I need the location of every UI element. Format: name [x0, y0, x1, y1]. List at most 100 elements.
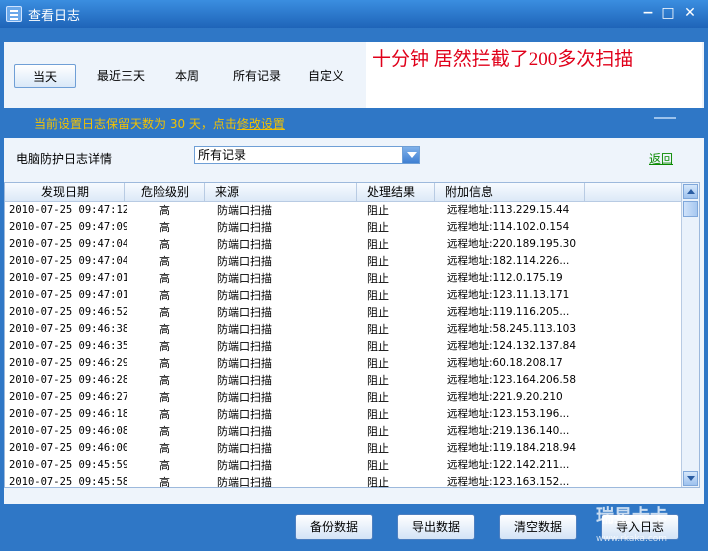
backup-data-button[interactable]: 备份数据: [295, 514, 373, 540]
table-row[interactable]: 2010-07-25 09:45:59 高 防端口扫描 阻止 远程地址:122.142.…: [5, 457, 681, 474]
table-row[interactable]: 2010-07-25 09:46:08 高 防端口扫描 阻止 远程地址:219.136.…: [5, 423, 681, 440]
scroll-down-arrow-icon[interactable]: [683, 471, 698, 486]
table-row[interactable]: 2010-07-25 09:47:09 高 防端口扫描 阻止 远程地址:114.102.…: [5, 219, 681, 236]
cell-extra-info: 远程地址:124.132.137.84: [447, 340, 577, 352]
tab-this-week[interactable]: 本周: [162, 64, 212, 88]
cell-extra-info: 远程地址:219.136.140...: [447, 425, 570, 437]
cell-risk-level: 高: [159, 323, 170, 336]
cell-source: 防端口扫描: [217, 255, 272, 268]
tab-today[interactable]: 当天: [14, 64, 76, 88]
cell-source: 防端口扫描: [217, 340, 272, 353]
cell-source: 防端口扫描: [217, 306, 272, 319]
annotation-text: 十分钟 居然拦截了200多次扫描: [372, 49, 634, 70]
cell-extra-info: 远程地址:220.189.195.30: [447, 238, 577, 250]
maximize-button[interactable]: □: [660, 5, 676, 21]
cell-risk-level: 高: [159, 289, 170, 302]
cell-extra-info: 远程地址:112.0.175.19: [447, 272, 563, 284]
cell-date: 2010-07-25 09:46:52: [9, 306, 127, 318]
cell-result: 阻止: [367, 289, 389, 302]
cell-risk-level: 高: [159, 408, 170, 421]
cell-result: 阻止: [367, 425, 389, 438]
column-header-risk-level[interactable]: 危险级别: [125, 183, 205, 202]
cell-result: 阻止: [367, 408, 389, 421]
clear-data-button[interactable]: 清空数据: [499, 514, 577, 540]
cell-date: 2010-07-25 09:47:09: [9, 221, 127, 233]
cell-result: 阻止: [367, 238, 389, 251]
scroll-thumb[interactable]: [683, 201, 698, 217]
table-row[interactable]: 2010-07-25 09:47:12 高 防端口扫描 阻止 远程地址:113.229.…: [5, 202, 681, 219]
cell-risk-level: 高: [159, 442, 170, 455]
close-button[interactable]: ✕: [682, 5, 698, 21]
column-header-result[interactable]: 处理结果: [357, 183, 435, 202]
cell-date: 2010-07-25 09:47:12: [9, 204, 127, 216]
table-row[interactable]: 2010-07-25 09:47:01 高 防端口扫描 阻止 远程地址:123.11.1…: [5, 287, 681, 304]
log-table: 发现日期 危险级别 来源 处理结果 附加信息 2010-07-25 09:47:…: [4, 182, 700, 488]
cell-result: 阻止: [367, 272, 389, 285]
cell-date: 2010-07-25 09:47:01: [9, 289, 127, 301]
cell-extra-info: 远程地址:123.163.152...: [447, 476, 570, 488]
watermark-url: www.rkaka.com: [596, 534, 668, 544]
table-row[interactable]: 2010-07-25 09:46:28 高 防端口扫描 阻止 远程地址:123.164.…: [5, 372, 681, 389]
minimize-button[interactable]: −: [640, 5, 656, 21]
export-data-button[interactable]: 导出数据: [397, 514, 475, 540]
cell-date: 2010-07-25 09:45:58: [9, 476, 127, 488]
retention-side-link[interactable]: [654, 117, 676, 119]
cell-extra-info: 远程地址:114.102.0.154: [447, 221, 570, 233]
title-bar: 查看日志 − □ ✕: [0, 0, 708, 28]
cell-source: 防端口扫描: [217, 476, 272, 488]
chevron-down-icon[interactable]: [402, 147, 419, 163]
cell-extra-info: 远程地址:123.164.206.58: [447, 374, 577, 386]
cell-date: 2010-07-25 09:47:04: [9, 255, 127, 267]
cell-extra-info: 远程地址:113.229.15.44: [447, 204, 570, 216]
cell-date: 2010-07-25 09:46:08: [9, 425, 127, 437]
cell-source: 防端口扫描: [217, 408, 272, 421]
cell-source: 防端口扫描: [217, 272, 272, 285]
table-row[interactable]: 2010-07-25 09:46:27 高 防端口扫描 阻止 远程地址:221.9.20…: [5, 389, 681, 406]
detail-header: 电脑防护日志详情 所有记录 返回: [4, 138, 704, 178]
table-row[interactable]: 2010-07-25 09:46:29 高 防端口扫描 阻止 远程地址:60.18.20…: [5, 355, 681, 372]
column-header-extra-info[interactable]: 附加信息: [435, 183, 585, 202]
cell-risk-level: 高: [159, 357, 170, 370]
tab-custom[interactable]: 自定义: [300, 64, 352, 88]
tab-all-records[interactable]: 所有记录: [226, 64, 288, 88]
retention-notice: 当前设置日志保留天数为 30 天，点击修改设置: [34, 115, 285, 132]
cell-risk-level: 高: [159, 476, 170, 488]
vertical-scrollbar[interactable]: [681, 183, 699, 487]
table-row[interactable]: 2010-07-25 09:46:35 高 防端口扫描 阻止 远程地址:124.132.…: [5, 338, 681, 355]
cell-source: 防端口扫描: [217, 442, 272, 455]
cell-source: 防端口扫描: [217, 323, 272, 336]
cell-result: 阻止: [367, 255, 389, 268]
cell-date: 2010-07-25 09:47:04: [9, 238, 127, 250]
watermark-text: 瑞星卡卡: [596, 506, 668, 527]
record-filter-value: 所有记录: [198, 148, 247, 162]
cell-result: 阻止: [367, 476, 389, 488]
back-link[interactable]: 返回: [649, 150, 673, 167]
cell-risk-level: 高: [159, 221, 170, 234]
table-row[interactable]: 2010-07-25 09:47:04 高 防端口扫描 阻止 远程地址:182.114.…: [5, 253, 681, 270]
table-row[interactable]: 2010-07-25 09:46:38 高 防端口扫描 阻止 远程地址:58.245.1…: [5, 321, 681, 338]
cell-result: 阻止: [367, 340, 389, 353]
cell-extra-info: 远程地址:60.18.208.17: [447, 357, 563, 369]
cell-source: 防端口扫描: [217, 204, 272, 217]
cell-result: 阻止: [367, 357, 389, 370]
table-row[interactable]: 2010-07-25 09:46:52 高 防端口扫描 阻止 远程地址:119.116.…: [5, 304, 681, 321]
cell-result: 阻止: [367, 204, 389, 217]
detail-title: 电脑防护日志详情: [16, 152, 113, 166]
modify-settings-link[interactable]: 修改设置: [237, 117, 285, 131]
tab-last-three-days[interactable]: 最近三天: [90, 64, 152, 88]
record-filter-select[interactable]: 所有记录: [194, 146, 420, 164]
table-row[interactable]: 2010-07-25 09:46:00 高 防端口扫描 阻止 远程地址:119.184.…: [5, 440, 681, 457]
table-row[interactable]: 2010-07-25 09:47:01 高 防端口扫描 阻止 远程地址:112.0.17…: [5, 270, 681, 287]
cell-risk-level: 高: [159, 204, 170, 217]
cell-risk-level: 高: [159, 374, 170, 387]
cell-source: 防端口扫描: [217, 425, 272, 438]
cell-risk-level: 高: [159, 272, 170, 285]
table-row[interactable]: 2010-07-25 09:46:18 高 防端口扫描 阻止 远程地址:123.153.…: [5, 406, 681, 423]
column-header-date[interactable]: 发现日期: [5, 183, 125, 202]
table-row[interactable]: 2010-07-25 09:45:58 高 防端口扫描 阻止 远程地址:123.163.…: [5, 474, 681, 488]
table-row[interactable]: 2010-07-25 09:47:04 高 防端口扫描 阻止 远程地址:220.189.…: [5, 236, 681, 253]
table-header: 发现日期 危险级别 来源 处理结果 附加信息: [5, 183, 681, 202]
cell-source: 防端口扫描: [217, 289, 272, 302]
scroll-up-arrow-icon[interactable]: [683, 184, 698, 199]
column-header-source[interactable]: 来源: [205, 183, 357, 202]
